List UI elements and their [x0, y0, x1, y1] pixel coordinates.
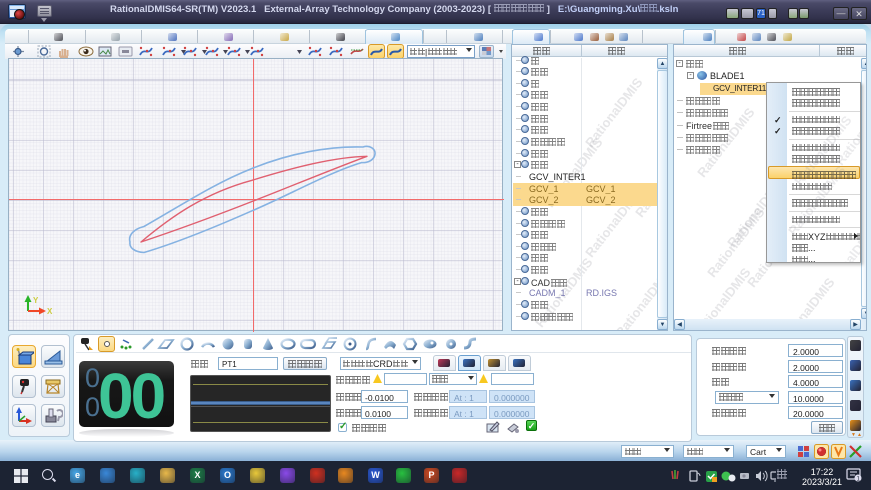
svg-text:X: X	[47, 307, 53, 316]
svg-text:Y: Y	[33, 296, 39, 305]
